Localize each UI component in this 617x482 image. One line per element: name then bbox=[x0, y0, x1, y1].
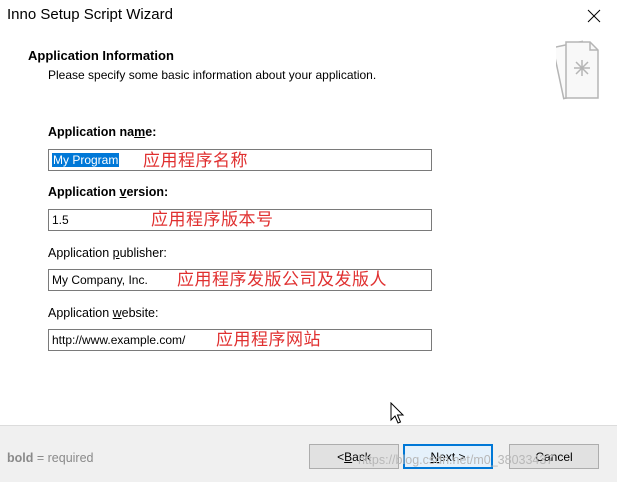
app-publisher-input[interactable]: My Company, Inc. bbox=[48, 269, 432, 291]
app-version-value: 1.5 bbox=[52, 213, 69, 227]
app-website-input[interactable]: http://www.example.com/ bbox=[48, 329, 432, 351]
app-publisher-value: My Company, Inc. bbox=[52, 273, 148, 287]
app-website-value: http://www.example.com/ bbox=[52, 333, 186, 347]
close-icon bbox=[587, 9, 601, 23]
window-title: Inno Setup Script Wizard bbox=[7, 6, 173, 23]
wizard-header: Application Information Please specify s… bbox=[0, 32, 617, 110]
title-bar: Inno Setup Script Wizard bbox=[0, 0, 617, 32]
wizard-document-icon bbox=[556, 40, 599, 100]
app-name-input[interactable]: My Program bbox=[48, 149, 432, 171]
next-button[interactable]: Next > bbox=[403, 444, 493, 469]
app-version-input[interactable]: 1.5 bbox=[48, 209, 432, 231]
wizard-footer: bold = required < Back Next > Cancel htt… bbox=[0, 425, 617, 482]
required-legend: bold = required bbox=[7, 451, 94, 465]
app-version-label: Application version: bbox=[48, 185, 169, 199]
mouse-cursor-icon bbox=[390, 402, 405, 424]
close-button[interactable] bbox=[571, 0, 617, 32]
page-title: Application Information bbox=[28, 48, 174, 63]
app-publisher-label: Application publisher: bbox=[48, 246, 167, 260]
back-button[interactable]: < Back bbox=[309, 444, 399, 469]
app-name-value: My Program bbox=[52, 153, 120, 167]
page-subtitle: Please specify some basic information ab… bbox=[48, 68, 377, 82]
cancel-button[interactable]: Cancel bbox=[509, 444, 599, 469]
app-name-label: Application name: bbox=[48, 125, 157, 139]
app-website-label: Application website: bbox=[48, 306, 159, 320]
